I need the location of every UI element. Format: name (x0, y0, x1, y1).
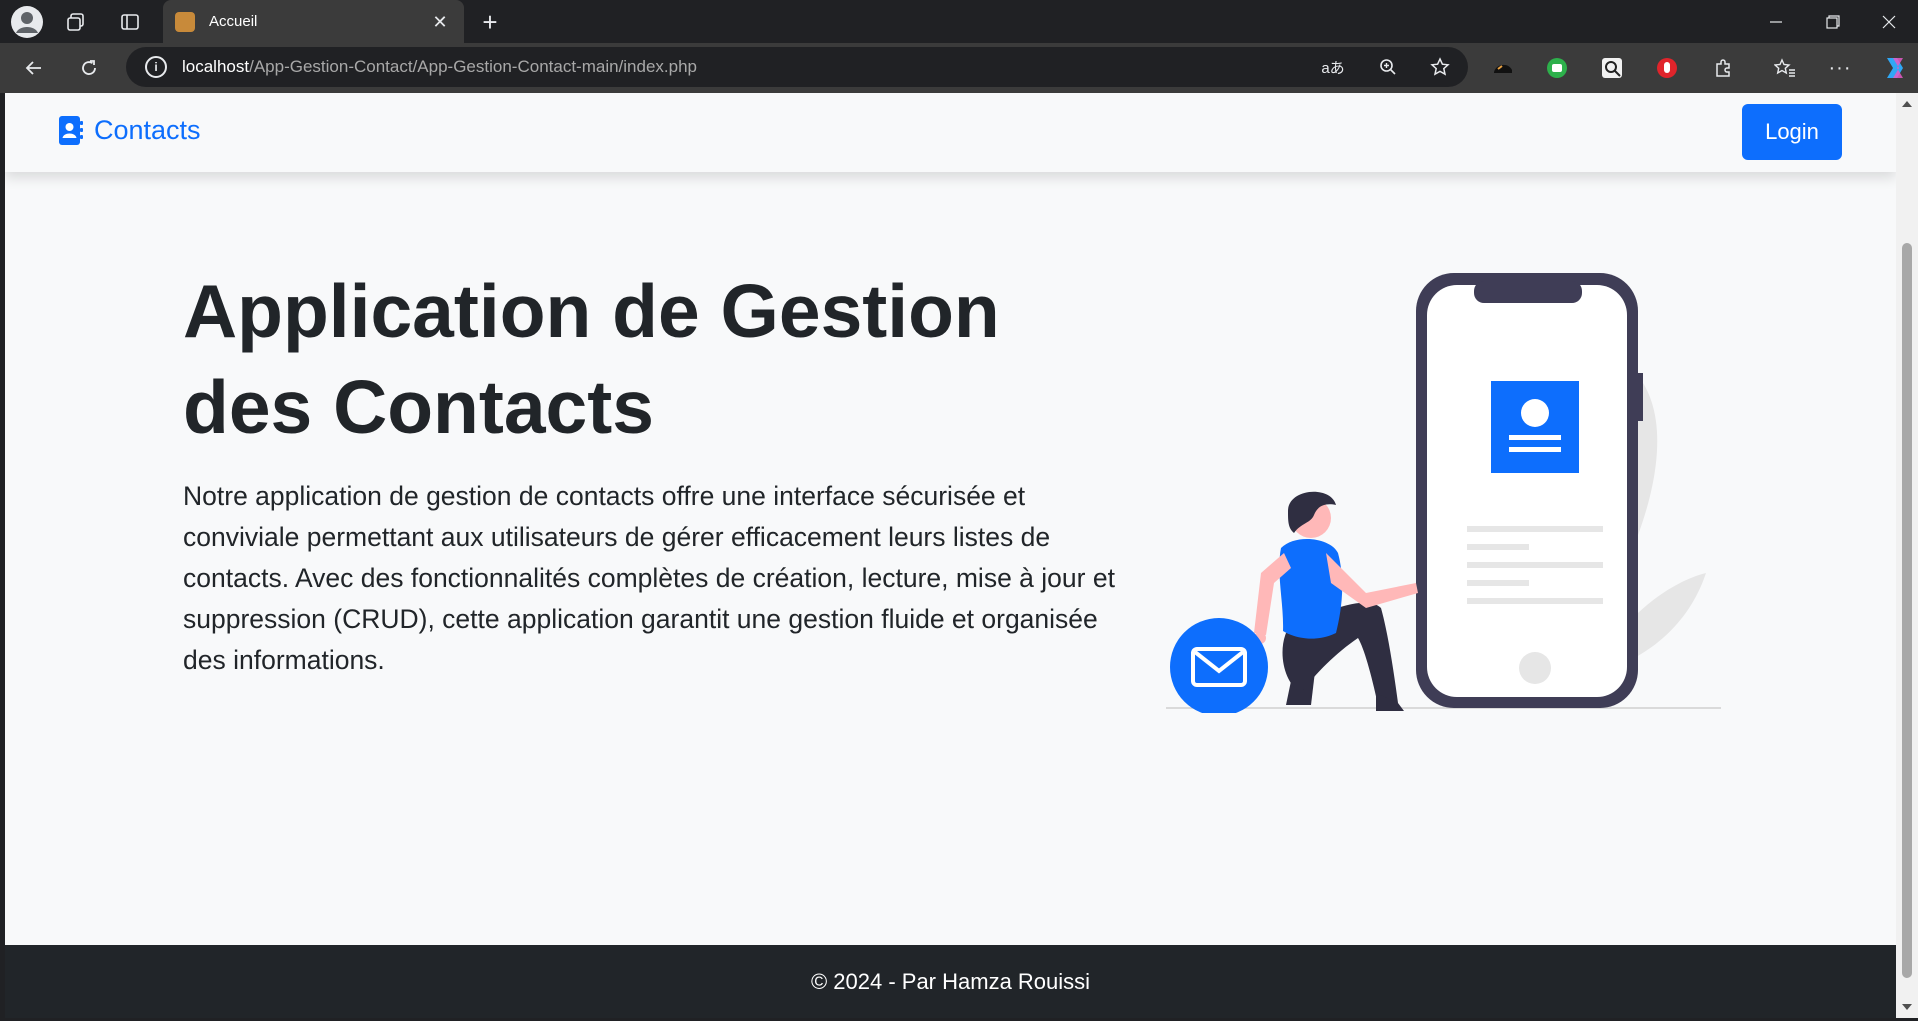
back-icon[interactable] (20, 54, 48, 82)
url-host: localhost (182, 57, 250, 76)
restore-icon[interactable] (1819, 8, 1847, 36)
brand-link[interactable]: Contacts (59, 115, 201, 146)
hero-description: Notre application de gestion de contacts… (183, 481, 1115, 675)
profile-icon[interactable] (11, 6, 43, 38)
close-window-icon[interactable] (1875, 8, 1903, 36)
favicon-icon (175, 11, 195, 32)
close-tab-icon[interactable]: ✕ (428, 10, 452, 34)
page-title: Application de Gestion des Contacts (183, 269, 1000, 449)
minimize-icon[interactable] (1762, 8, 1790, 36)
browser-tabstrip: Accueil ✕ + (0, 0, 1918, 43)
contact-book-icon (59, 116, 83, 145)
favorite-star-icon[interactable] (1428, 55, 1452, 79)
vertical-tabs-icon[interactable] (116, 8, 144, 36)
navbar: Contacts Login (5, 93, 1896, 172)
scroll-up-icon[interactable] (1896, 97, 1918, 111)
brand-text: Contacts (94, 115, 201, 145)
browser-tab-accueil[interactable]: Accueil ✕ (163, 0, 464, 43)
address-bar[interactable]: i localhost/App-Gestion-Contact/App-Gest… (126, 47, 1468, 87)
scroll-down-icon[interactable] (1896, 1000, 1918, 1014)
more-menu-icon[interactable]: ··· (1826, 54, 1854, 82)
page-scrollbar[interactable] (1896, 93, 1918, 1018)
tab-title: Accueil (209, 13, 258, 30)
scroll-thumb[interactable] (1902, 243, 1912, 978)
site-info-icon[interactable]: i (145, 56, 167, 78)
extension-green-icon[interactable] (1543, 54, 1571, 82)
page-viewport: Contacts Login Application de Gestion de… (5, 93, 1896, 1018)
zoom-icon[interactable] (1376, 55, 1400, 79)
extension-search-icon[interactable] (1598, 54, 1626, 82)
browser-toolbar: i localhost/App-Gestion-Contact/App-Gest… (0, 43, 1918, 93)
footer: © 2024 - Par Hamza Rouissi (5, 945, 1896, 1018)
extension-red-icon[interactable] (1653, 54, 1681, 82)
new-tab-icon[interactable]: + (476, 7, 504, 37)
favorites-icon[interactable] (1771, 54, 1799, 82)
refresh-icon[interactable] (75, 54, 103, 82)
workspaces-icon[interactable] (62, 8, 90, 36)
footer-text: © 2024 - Par Hamza Rouissi (810, 968, 1091, 994)
extension-dark-icon[interactable] (1489, 54, 1517, 82)
login-button[interactable]: Login (1742, 104, 1842, 160)
url-path: /App-Gestion-Contact/App-Gestion-Contact… (249, 57, 698, 76)
copilot-icon[interactable] (1879, 52, 1911, 84)
contact-app-illustration (1166, 273, 1721, 713)
extensions-puzzle-icon[interactable] (1709, 54, 1737, 82)
read-aloud-icon[interactable]: aあ (1321, 55, 1345, 79)
